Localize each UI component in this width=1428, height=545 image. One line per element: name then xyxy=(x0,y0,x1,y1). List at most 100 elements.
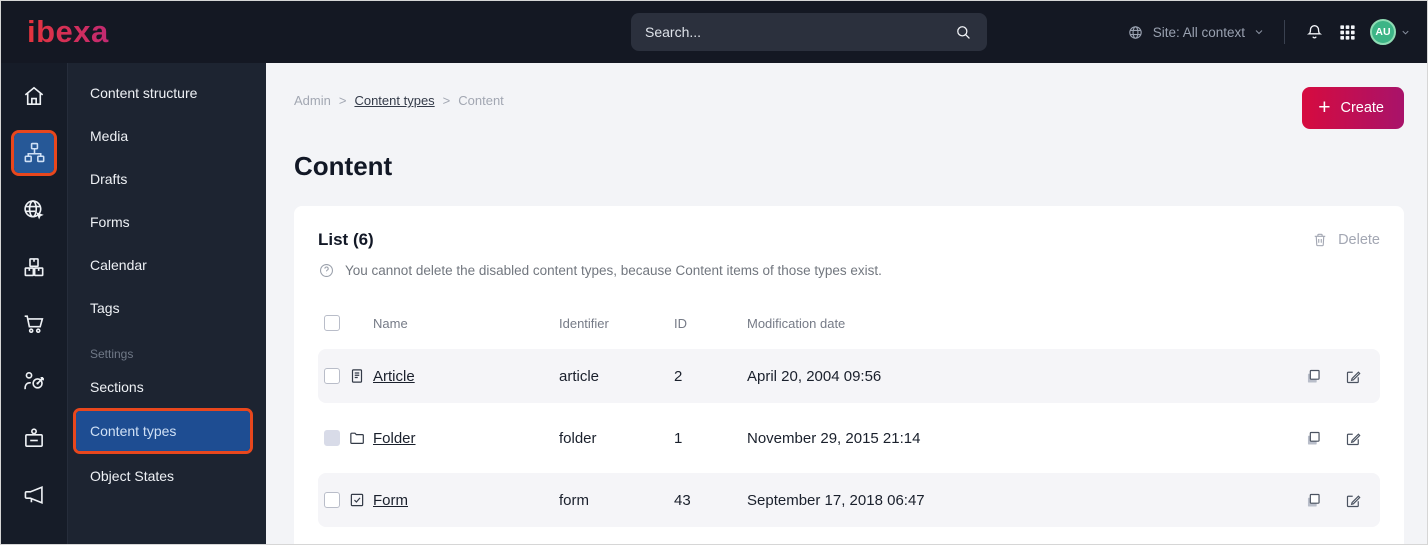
sidebar-item-content-types[interactable]: Content types xyxy=(76,411,250,451)
edit-button[interactable] xyxy=(1340,487,1380,514)
nav-site[interactable] xyxy=(1,181,67,238)
site-context-label: Site: All context xyxy=(1152,24,1245,40)
cell-identifier: article xyxy=(559,367,600,385)
main-content: Admin > Content types > Content + Create… xyxy=(266,63,1427,544)
list-heading: List (6) xyxy=(318,230,374,249)
breadcrumb-admin: Admin xyxy=(294,93,331,108)
sidebar-item-forms[interactable]: Forms xyxy=(68,200,266,243)
chevron-down-icon xyxy=(1253,26,1265,38)
nav-content-structure[interactable] xyxy=(1,124,67,181)
sidebar-item-calendar[interactable]: Calendar xyxy=(68,243,266,286)
content-type-link[interactable]: Form xyxy=(373,492,559,509)
folder-icon xyxy=(348,429,373,447)
create-button[interactable]: + Create xyxy=(1302,87,1404,129)
primary-nav xyxy=(1,63,68,544)
secondary-nav: Content structure Media Drafts Forms Cal… xyxy=(68,63,266,544)
app-window: ibexa Site: All context xyxy=(0,0,1428,545)
cell-id: 2 xyxy=(674,367,683,385)
commerce-cart-icon xyxy=(21,311,47,337)
column-header-name: Name xyxy=(373,315,408,331)
admin-badge-icon xyxy=(21,425,47,451)
cell-identifier: folder xyxy=(559,429,597,447)
trash-icon xyxy=(1311,231,1329,249)
breadcrumb-separator: > xyxy=(338,93,347,108)
row-checkbox[interactable] xyxy=(324,368,340,384)
edit-button[interactable] xyxy=(1340,425,1380,452)
copy-button[interactable] xyxy=(1300,363,1340,390)
sidebar-item-content-structure[interactable]: Content structure xyxy=(68,71,266,114)
nav-commerce[interactable] xyxy=(1,295,67,352)
info-message-text: You cannot delete the disabled content t… xyxy=(345,263,882,278)
column-header-identifier: Identifier xyxy=(559,315,609,331)
info-message: You cannot delete the disabled content t… xyxy=(318,262,1380,279)
question-circle-icon xyxy=(318,262,335,279)
notifications-bell-icon[interactable] xyxy=(1304,22,1325,43)
select-all-checkbox[interactable] xyxy=(324,315,340,331)
copy-button[interactable] xyxy=(1300,487,1340,514)
table-header: Name Identifier ID Modification date xyxy=(318,305,1380,341)
page-title: Content xyxy=(294,151,393,181)
row-checkbox[interactable] xyxy=(324,492,340,508)
site-globe-icon xyxy=(21,197,47,223)
content-type-link[interactable]: Article xyxy=(373,368,559,385)
cell-id: 1 xyxy=(674,429,683,447)
edit-button[interactable] xyxy=(1340,363,1380,390)
home-icon xyxy=(21,83,47,109)
globe-icon xyxy=(1126,23,1145,42)
content-types-list-card: List (6) Delete You cannot delete the di… xyxy=(294,206,1404,544)
sidebar-item-drafts[interactable]: Drafts xyxy=(68,157,266,200)
nav-promote[interactable] xyxy=(1,466,67,523)
app-grid-icon[interactable] xyxy=(1338,23,1357,42)
form-icon xyxy=(348,491,373,509)
topbar-divider xyxy=(1284,20,1285,44)
search-input[interactable] xyxy=(645,24,954,40)
sidebar-item-media[interactable]: Media xyxy=(68,114,266,157)
global-search[interactable] xyxy=(631,13,987,51)
table-row: Folder folder 1 November 29, 2015 21:14 xyxy=(318,411,1380,465)
active-nav-tile[interactable] xyxy=(14,132,54,173)
settings-section-label: Settings xyxy=(90,347,134,361)
delete-button[interactable]: Delete xyxy=(1311,231,1380,249)
sidebar-item-tags[interactable]: Tags xyxy=(68,286,266,329)
cell-modification-date: November 29, 2015 21:14 xyxy=(747,429,921,447)
breadcrumb-content: Content xyxy=(458,93,504,108)
content-structure-icon xyxy=(22,140,47,165)
breadcrumb-separator: > xyxy=(442,93,451,108)
content-type-link[interactable]: Folder xyxy=(373,430,559,447)
nav-personalization[interactable] xyxy=(1,352,67,409)
nav-admin[interactable] xyxy=(1,409,67,466)
breadcrumb: Admin > Content types > Content xyxy=(294,93,504,108)
topbar-controls: Site: All context AU xyxy=(1126,19,1427,45)
promote-megaphone-icon xyxy=(21,482,47,508)
create-button-label: Create xyxy=(1340,100,1384,116)
search-icon[interactable] xyxy=(954,23,973,42)
cell-modification-date: September 17, 2018 06:47 xyxy=(747,491,925,509)
chevron-down-icon xyxy=(1400,27,1411,38)
row-checkbox-disabled xyxy=(324,430,340,446)
delete-button-label: Delete xyxy=(1338,232,1380,248)
top-bar: ibexa Site: All context xyxy=(1,1,1427,63)
site-context-selector[interactable]: Site: All context xyxy=(1126,23,1265,42)
ibexa-logo[interactable]: ibexa xyxy=(1,14,109,50)
cell-modification-date: April 20, 2004 09:56 xyxy=(747,367,882,385)
table-row: Article article 2 April 20, 2004 09:56 xyxy=(318,349,1380,403)
content-types-table: Name Identifier ID Modification date Art… xyxy=(318,305,1380,527)
cell-id: 43 xyxy=(674,491,691,509)
annotation-highlight: Content types xyxy=(73,408,253,454)
nav-storage[interactable] xyxy=(1,238,67,295)
article-icon xyxy=(348,367,373,385)
sidebar-item-object-states[interactable]: Object States xyxy=(68,454,266,497)
plus-icon: + xyxy=(1318,95,1331,119)
breadcrumb-content-types[interactable]: Content types xyxy=(354,93,434,108)
user-menu[interactable]: AU xyxy=(1370,19,1411,45)
personalization-target-icon xyxy=(21,368,47,394)
copy-button[interactable] xyxy=(1300,425,1340,452)
sidebar-item-sections[interactable]: Sections xyxy=(68,365,266,408)
storage-boxes-icon xyxy=(21,254,47,280)
column-header-modification-date: Modification date xyxy=(747,315,846,331)
user-avatar[interactable]: AU xyxy=(1370,19,1396,45)
column-header-id: ID xyxy=(674,315,687,331)
table-row: Form form 43 September 17, 2018 06:47 xyxy=(318,473,1380,527)
cell-identifier: form xyxy=(559,491,589,509)
nav-home[interactable] xyxy=(1,67,67,124)
